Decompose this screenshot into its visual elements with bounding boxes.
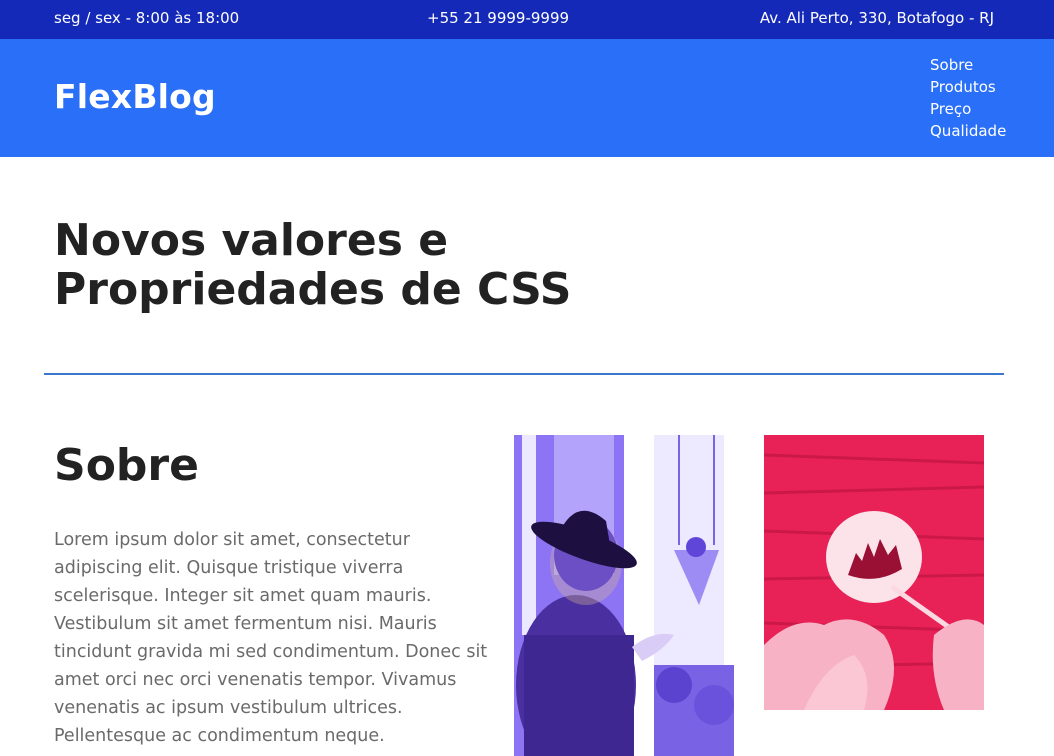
nav-item-produtos: Produtos [930, 76, 1006, 98]
nav-item-preco: Preço [930, 98, 1006, 120]
painting-hands-image [764, 435, 984, 710]
woman-in-hat-image [514, 435, 734, 756]
about-text: Lorem ipsum dolor sit amet, consectetur … [54, 530, 488, 746]
main-nav: Sobre Produtos Preço Qualidade [930, 54, 1006, 142]
hero-title: Novos valores e Propriedades de CSS [54, 216, 654, 314]
nav-link-preco[interactable]: Preço [930, 100, 971, 118]
site-logo[interactable]: FlexBlog [54, 77, 216, 116]
nav-item-qualidade: Qualidade [930, 120, 1006, 142]
nav-link-sobre[interactable]: Sobre [930, 56, 973, 74]
opening-hours: seg / sex - 8:00 às 18:00 [54, 9, 240, 27]
section-divider [44, 373, 1004, 375]
about-title: Sobre [54, 440, 199, 491]
hero-title-line-1: Novos valores e [54, 215, 449, 266]
nav-item-sobre: Sobre [930, 54, 1006, 76]
nav-link-produtos[interactable]: Produtos [930, 78, 996, 96]
hero-title-line-2: Propriedades de CSS [54, 264, 572, 315]
address: Av. Ali Perto, 330, Botafogo - RJ [759, 9, 994, 27]
phone-number: +55 21 9999-9999 [427, 9, 570, 27]
top-info-bar: seg / sex - 8:00 às 18:00 +55 21 9999-99… [0, 0, 1054, 39]
site-header: FlexBlog Sobre Produtos Preço Qualidade [0, 39, 1054, 157]
nav-link-qualidade[interactable]: Qualidade [930, 122, 1006, 140]
